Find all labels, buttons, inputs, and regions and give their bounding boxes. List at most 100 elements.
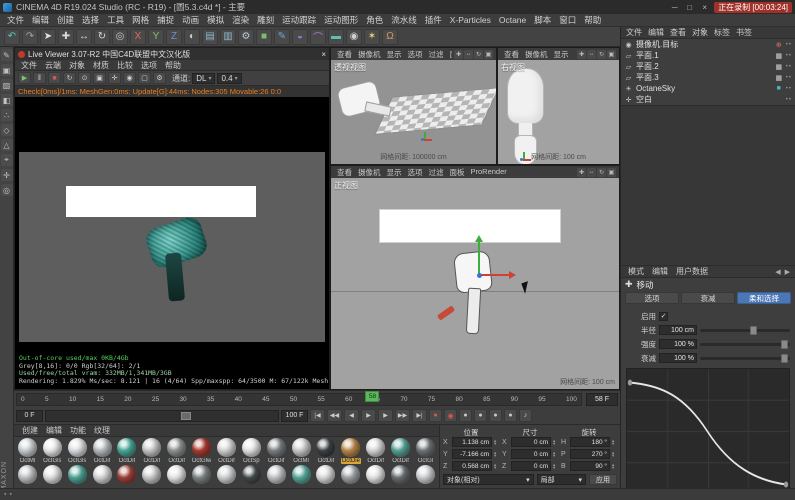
coordinate-value-field[interactable]: -7.166 cm (452, 449, 492, 459)
material-item[interactable]: OctSp (239, 438, 264, 464)
coordinate-value-field[interactable]: 0 cm (511, 461, 551, 471)
viewport-corner-icon[interactable]: ↻ (597, 168, 606, 177)
tool-sub-tab[interactable]: 选项 (625, 292, 679, 304)
viewport-menu-item[interactable]: 查看 (334, 49, 355, 60)
material-item[interactable] (388, 465, 413, 484)
viewport-corner-icon[interactable]: ▣ (484, 50, 493, 59)
timeline-tick[interactable]: 40 (235, 396, 242, 403)
stepper[interactable]: ▴▾ (612, 451, 617, 458)
viewport-menu-item[interactable]: 面板 (447, 49, 453, 60)
material-preview-sphere[interactable] (68, 465, 87, 484)
material-preview-sphere[interactable] (267, 465, 286, 484)
material-item[interactable] (164, 465, 189, 484)
material-preview-sphere[interactable] (366, 465, 385, 484)
tool-sub-tab[interactable]: 柔和选择 (737, 292, 791, 304)
object-tag-icon[interactable]: ⊕ (775, 41, 783, 49)
material-preview-sphere[interactable] (217, 465, 236, 484)
material-item[interactable] (15, 465, 40, 484)
live-viewer-toolbar-icon[interactable]: ▢ (138, 72, 151, 84)
material-preview-sphere[interactable] (18, 465, 37, 484)
enable-checkbox[interactable]: ✓ (659, 312, 668, 321)
object-row[interactable]: ▱ 平面.1 ▦ •• (621, 50, 795, 61)
menu-item[interactable]: 脚本 (530, 14, 555, 26)
menu-item[interactable]: 雕刻 (253, 14, 278, 26)
timeline-tick[interactable]: 75 (428, 396, 435, 403)
object-manager-empty-area[interactable] (621, 105, 795, 265)
hammer-handle-front[interactable] (466, 288, 481, 335)
attribute-tab[interactable]: 编辑 (648, 266, 672, 277)
toolbar-icon[interactable]: ▬ (328, 29, 344, 45)
material-item[interactable]: OctDif (90, 438, 115, 464)
timeline-ruler[interactable]: 0510152025303540455055606570758085909510… (16, 393, 582, 406)
stepper[interactable]: ▴▾ (553, 439, 558, 446)
material-preview-sphere[interactable] (391, 438, 410, 457)
viewport-perspective-canvas[interactable]: 透视视图 网格间距: 100000 cm (331, 60, 496, 164)
viewport-menu-item[interactable]: 过滤 (426, 49, 447, 60)
material-preview-sphere[interactable] (117, 465, 136, 484)
material-item[interactable]: OctGls (65, 438, 90, 464)
material-item[interactable] (115, 465, 140, 484)
material-menu-item[interactable]: 创建 (18, 425, 42, 436)
material-preview-sphere[interactable] (68, 438, 87, 457)
object-manager-menu-item[interactable]: 查看 (667, 27, 689, 38)
stepper[interactable]: ▴▾ (494, 439, 499, 446)
viewport-menu-item[interactable]: 选项 (405, 167, 426, 178)
menu-item[interactable]: 窗口 (555, 14, 580, 26)
slider-track[interactable] (700, 329, 790, 332)
record-button[interactable]: ● (489, 409, 502, 422)
menu-item[interactable]: 运动图形 (320, 14, 362, 26)
playhead[interactable]: 58 (365, 391, 379, 402)
close-button[interactable]: × (699, 3, 710, 12)
timeline-tick[interactable]: 100 (566, 396, 577, 403)
material-preview-sphere[interactable] (341, 465, 360, 484)
left-tool-icon[interactable]: ▨ (1, 79, 13, 91)
toolbar-icon[interactable]: ▤ (202, 29, 218, 45)
material-preview-sphere[interactable] (391, 465, 410, 484)
stepper[interactable]: ▴▾ (612, 463, 617, 470)
viewport-menu-item[interactable]: 过滤 (426, 167, 447, 178)
menu-item[interactable]: 模拟 (203, 14, 228, 26)
viewport-corner-icon[interactable]: ✚ (577, 168, 586, 177)
viewport-corner-icon[interactable]: ✚ (577, 50, 586, 59)
viewport-menu-item[interactable]: 查看 (334, 167, 355, 178)
toolbar-icon[interactable]: ↻ (94, 29, 110, 45)
viewport-menu-item[interactable]: 选项 (405, 49, 426, 60)
stepper[interactable]: ▴▾ (494, 451, 499, 458)
left-tool-icon[interactable]: ◎ (1, 184, 13, 196)
object-name[interactable]: OctaneSky (636, 84, 772, 93)
material-item[interactable]: OctDif (388, 438, 413, 464)
coordinate-value-field[interactable]: 0 cm (511, 437, 551, 447)
menu-item[interactable]: 插件 (421, 14, 446, 26)
material-item[interactable]: OctDif (264, 438, 289, 464)
object-tag-icon[interactable]: ■ (775, 85, 783, 92)
live-viewer-toolbar-icon[interactable]: ▣ (93, 72, 106, 84)
x-axis-arrow-icon[interactable] (509, 271, 516, 279)
material-item[interactable]: OctDif (363, 438, 388, 464)
material-preview-sphere[interactable] (316, 465, 335, 484)
material-item[interactable]: OctDif (314, 438, 339, 464)
render-canvas[interactable]: Out-of-core used/max 0KB/4GbGrey[8,16]: … (15, 97, 329, 389)
toolbar-icon[interactable]: Y (148, 29, 164, 45)
stepper[interactable]: ▴▾ (553, 451, 558, 458)
viewport-menu-item[interactable]: ProRender (468, 167, 510, 178)
material-preview-sphere[interactable] (93, 438, 112, 457)
viewport-menu-item[interactable]: 显示 (384, 167, 405, 178)
toolbar-icon[interactable]: ✶ (364, 29, 380, 45)
viewport-menu-item[interactable]: 摄像机 (522, 49, 551, 60)
material-preview-sphere[interactable] (142, 465, 161, 484)
live-viewer-toolbar-icon[interactable]: ⊙ (78, 72, 91, 84)
material-item[interactable] (314, 465, 339, 484)
object-manager-menu-item[interactable]: 对象 (689, 27, 711, 38)
maximize-button[interactable]: □ (684, 3, 695, 12)
viewport-corner-icon[interactable]: ✚ (454, 50, 463, 59)
attribute-tab[interactable]: 用户数据 (672, 266, 712, 277)
material-preview-sphere[interactable] (267, 438, 286, 457)
live-viewer-menu-item[interactable]: 选项 (137, 60, 161, 71)
material-preview-sphere[interactable] (93, 465, 112, 484)
visibility-dots-icon[interactable]: •• (786, 97, 792, 103)
left-tool-icon[interactable]: ▣ (1, 64, 13, 76)
toolbar-icon[interactable]: Z (166, 29, 182, 45)
timeline-tick[interactable]: 30 (179, 396, 186, 403)
viewport-menu-item[interactable]: 显示 (384, 49, 405, 60)
material-item[interactable]: OctGls (40, 438, 65, 464)
